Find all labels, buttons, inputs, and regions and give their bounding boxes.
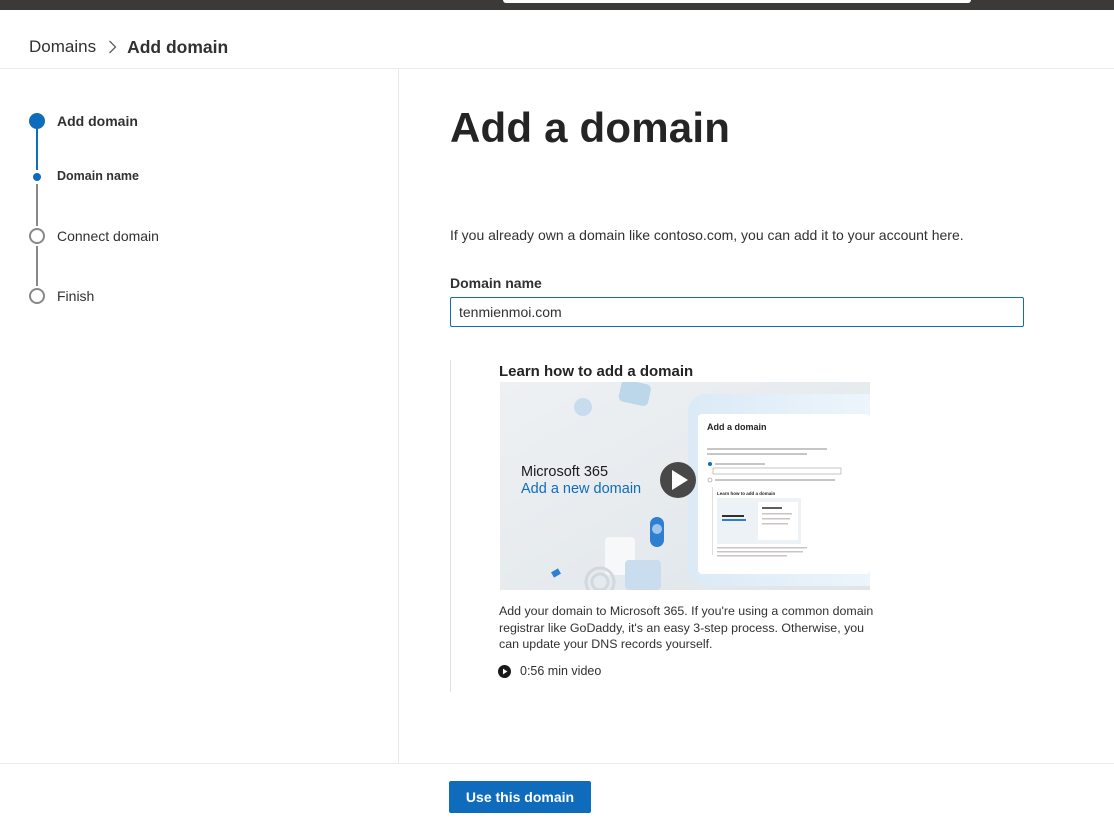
step-connect-domain-label: Connect domain [57,228,159,244]
video-duration: 0:56 min video [498,664,601,678]
video-thumbnail[interactable]: Add a domain Learn how to add a domain M… [500,382,870,590]
domain-name-input[interactable] [450,297,1024,327]
search-box[interactable] [503,0,971,3]
chevron-right-icon [108,40,117,54]
play-button-icon[interactable] [660,462,696,498]
video-card-title: Learn how to add a domain [499,363,694,380]
step-finish-indicator [29,288,45,304]
step-domain-name-indicator [33,173,41,181]
panel-divider [398,69,399,763]
thumbnail-dialog-title: Add a domain [707,422,767,432]
breadcrumb: Domains Add domain [29,34,228,60]
thumbnail-dialog-subtitle: Learn how to add a domain [717,491,776,496]
breadcrumb-domains-link[interactable]: Domains [29,37,96,57]
header-divider [0,68,1114,69]
use-this-domain-button[interactable]: Use this domain [449,781,591,813]
play-circle-icon [498,664,511,678]
step-connector-active [36,129,38,170]
step-connector [36,184,38,226]
step-finish-label: Finish [57,288,95,304]
breadcrumb-current: Add domain [127,36,229,57]
page-title: Add a domain [450,104,731,151]
step-add-domain-indicator [29,113,45,129]
video-card-description: Add your domain to Microsoft 365. If you… [499,604,874,651]
step-connector [36,246,38,286]
domain-name-label: Domain name [450,275,542,291]
video-thumbnail-art: Add a domain Learn how to add a domain M… [500,382,870,590]
thumbnail-brand: Microsoft 365 [521,464,608,480]
step-connect-domain-indicator [29,228,45,244]
video-duration-text: 0:56 min video [520,664,602,678]
step-domain-name-label: Domain name [57,169,139,183]
footer-divider [0,763,1114,764]
video-card-accent-border [450,360,451,692]
page-description: If you already own a domain like contoso… [450,227,964,243]
thumbnail-subtitle: Add a new domain [521,481,641,497]
step-add-domain-label: Add domain [57,113,138,129]
top-app-bar [0,0,1114,10]
